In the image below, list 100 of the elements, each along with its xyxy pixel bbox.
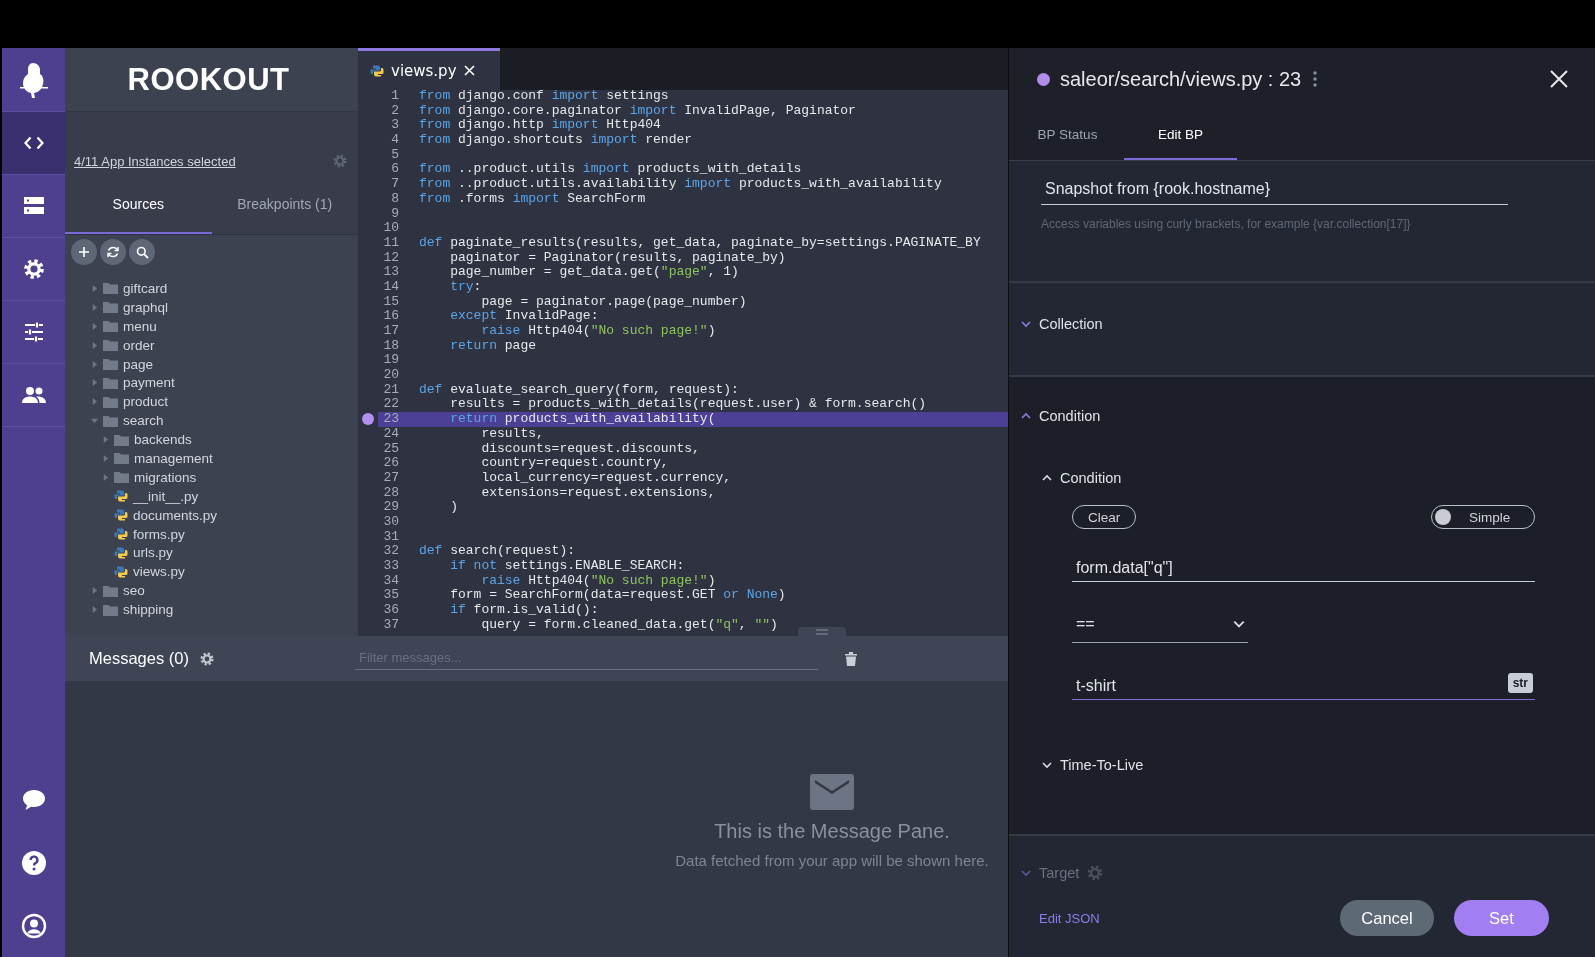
caret-down-icon	[90, 417, 98, 425]
value-field[interactable]: t-shirt str	[1072, 667, 1535, 700]
settings-icon[interactable]	[21, 257, 46, 281]
settings-icon	[1086, 864, 1105, 882]
caret-right-icon	[90, 379, 98, 387]
caret-right-icon	[90, 360, 98, 368]
code-line: try:	[449, 279, 482, 295]
line-number: 13	[382, 265, 400, 280]
code-line: def paginate_results(results, get_data, paginate_by=settings.PAGINATE_BY	[419, 235, 981, 251]
refresh-icon	[106, 245, 120, 259]
code-line: results,	[480, 426, 544, 442]
folder-icon	[103, 358, 118, 370]
folder-item[interactable]: giftcard	[65, 279, 358, 298]
line-number: 6	[390, 162, 400, 178]
caret-right-icon	[90, 284, 98, 292]
code-line: raise Http404("No such page!")	[480, 573, 716, 589]
line-number: 29	[382, 500, 400, 515]
settings-icon[interactable]	[198, 650, 215, 667]
group-header[interactable]: Condition	[1041, 470, 1595, 486]
file-item[interactable]: documents.py	[65, 505, 358, 525]
edit-json-link[interactable]: Edit JSON	[1039, 910, 1100, 926]
line-number: 31	[382, 529, 400, 545]
close-icon[interactable]	[1550, 70, 1568, 88]
cancel-button[interactable]: Cancel	[1340, 900, 1434, 936]
code-line: form = SearchForm(data=request.GET or None)	[449, 588, 786, 604]
file-item[interactable]: forms.py	[65, 524, 358, 544]
drag-handle-icon[interactable]	[816, 629, 828, 635]
trash-icon[interactable]	[844, 651, 857, 666]
help-icon[interactable]	[20, 849, 47, 876]
line-number: 23	[382, 412, 400, 427]
folder-icon	[103, 282, 118, 295]
python-icon	[370, 63, 384, 78]
folder-item[interactable]: backends	[65, 430, 358, 449]
messages-title: Messages (0)	[89, 649, 189, 668]
folder-item[interactable]: order	[65, 335, 358, 355]
code-line: local_currency=request.currency,	[480, 470, 732, 486]
folder-item[interactable]: page	[65, 354, 358, 374]
file-item[interactable]: __init__.py	[65, 486, 358, 506]
empty-state-text: Data fetched from your app will be shown here.	[675, 852, 989, 869]
caret-right-icon	[101, 473, 109, 481]
line-number: 14	[382, 279, 400, 295]
chevron-down-icon	[1020, 867, 1032, 879]
name-field[interactable]: Snapshot from {rook.hostname}	[1041, 180, 1508, 205]
line-number: 5	[390, 147, 400, 163]
file-item[interactable]: urls.py	[65, 543, 358, 563]
code-line: query = form.cleaned_data.get("q", "")	[480, 617, 778, 633]
file-tab[interactable]: views.py	[358, 48, 500, 90]
refresh-button[interactable]	[100, 239, 126, 265]
chat-bubble-icon[interactable]	[20, 787, 47, 812]
panel-tab[interactable]: Breakpoints (1)	[211, 176, 358, 234]
line-number: 4	[390, 133, 400, 148]
line-number: 33	[382, 559, 400, 574]
plus-icon	[78, 246, 90, 258]
folder-item[interactable]: management	[65, 449, 358, 468]
section-header[interactable]: Collection	[1020, 316, 1103, 332]
panel-tab[interactable]: Sources	[65, 176, 212, 234]
line-number: 28	[382, 485, 400, 501]
line-number: 11	[382, 235, 400, 251]
folder-item[interactable]: menu	[65, 316, 358, 336]
more-options-icon[interactable]	[1313, 71, 1318, 87]
line-number: 34	[382, 573, 400, 589]
folder-item[interactable]: graphql	[65, 297, 358, 317]
folder-item[interactable]: seo	[65, 581, 358, 601]
code-line: paginator = Paginator(results, paginate_by)	[449, 250, 786, 266]
code-line: page = paginator.page(page_number)	[480, 294, 747, 310]
code-line: country=request.country,	[480, 456, 669, 471]
folder-item[interactable]: payment	[65, 373, 358, 393]
code-line: from .forms import SearchForm	[419, 191, 646, 207]
section-header[interactable]: Condition	[1020, 408, 1595, 424]
folder-item[interactable]: search	[65, 411, 358, 431]
python-icon	[114, 545, 128, 560]
folder-item[interactable]: migrations	[65, 467, 358, 487]
folder-icon	[103, 603, 118, 616]
code-line: return page	[449, 338, 537, 354]
folder-item[interactable]: product	[65, 392, 358, 412]
search-button[interactable]	[129, 239, 155, 265]
operand-field[interactable]: form.data["q"]	[1072, 549, 1535, 582]
caret-right-icon	[90, 587, 98, 595]
code-line: except InvalidPage:	[449, 309, 599, 324]
add-button[interactable]	[71, 239, 97, 265]
code-line: from django.core.paginator import InvalidPage, Paginator	[419, 103, 856, 119]
caret-right-icon	[101, 454, 109, 462]
code-line: from django.http import Http404	[419, 118, 661, 134]
code-line: if not settings.ENABLE_SEARCH:	[449, 559, 685, 574]
line-number: 20	[382, 368, 400, 383]
instances-link[interactable]: 4/11 App Instances selected	[74, 154, 236, 169]
line-number: 19	[382, 353, 400, 369]
folder-icon	[103, 376, 118, 389]
code-line: def search(request):	[419, 544, 576, 559]
file-item[interactable]: views.py	[65, 562, 358, 582]
breakpoint-dot-icon[interactable]	[362, 413, 374, 426]
code-line: from ..product.utils import products_with_details	[419, 162, 802, 178]
panel-tab[interactable]: BP Status	[1011, 110, 1124, 160]
breakpoint-title: saleor/search/views.py : 23	[1060, 67, 1302, 91]
operator-select[interactable]: ==	[1072, 610, 1248, 643]
line-number: 27	[382, 470, 400, 486]
folder-item[interactable]: shipping	[65, 600, 358, 620]
group-header[interactable]: Time-To-Live	[1041, 757, 1595, 773]
python-icon	[114, 527, 128, 541]
account-icon[interactable]	[20, 912, 47, 939]
